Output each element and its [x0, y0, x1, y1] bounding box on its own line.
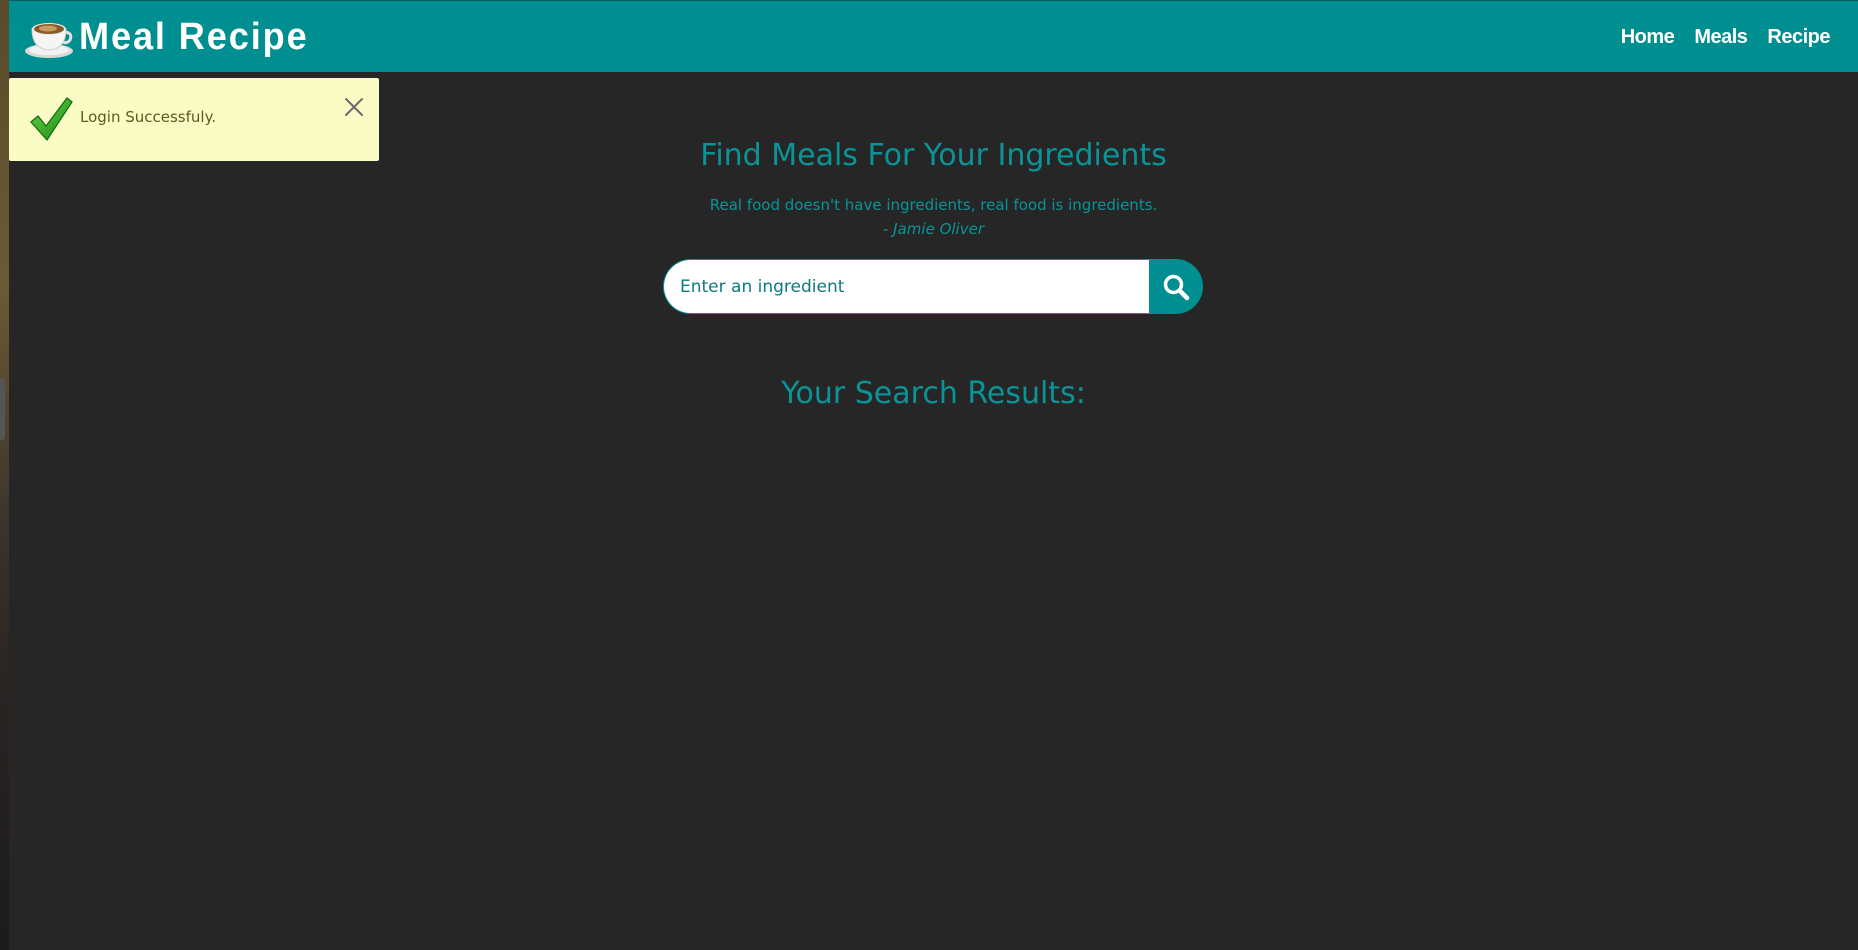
search-icon	[1163, 274, 1190, 300]
search-results-title: Your Search Results:	[781, 376, 1086, 411]
quote-block: Real food doesn't have ingredients, real…	[9, 193, 1858, 241]
brand[interactable]: Meal Recipe	[23, 11, 321, 63]
nav-link-home[interactable]: Home	[1621, 26, 1675, 49]
quote-author: - Jamie Oliver	[883, 220, 984, 238]
nav-link-meals[interactable]: Meals	[1694, 26, 1748, 49]
coffee-cup-icon	[25, 23, 73, 58]
window-resize-handle[interactable]	[0, 378, 5, 440]
quote-text: Real food doesn't have ingredients, real…	[709, 196, 1158, 214]
search-form	[663, 259, 1203, 314]
navbar: Meal Recipe Home Meals Recipe	[9, 0, 1858, 72]
ingredient-search-input[interactable]	[663, 259, 1149, 314]
nav-links: Home Meals Recipe	[1621, 1, 1831, 73]
desktop-background-strip	[0, 0, 9, 950]
page-title: Find Meals For Your Ingredients	[700, 138, 1167, 173]
check-icon	[30, 97, 73, 141]
app-window: Meal Recipe Home Meals Recipe Login Succ…	[9, 0, 1858, 950]
brand-title: Meal Recipe	[79, 15, 309, 58]
nav-link-recipe[interactable]: Recipe	[1767, 26, 1830, 49]
search-button[interactable]	[1149, 259, 1203, 314]
toast-message: Login Successfuly.	[80, 108, 217, 126]
close-icon[interactable]	[343, 96, 365, 118]
